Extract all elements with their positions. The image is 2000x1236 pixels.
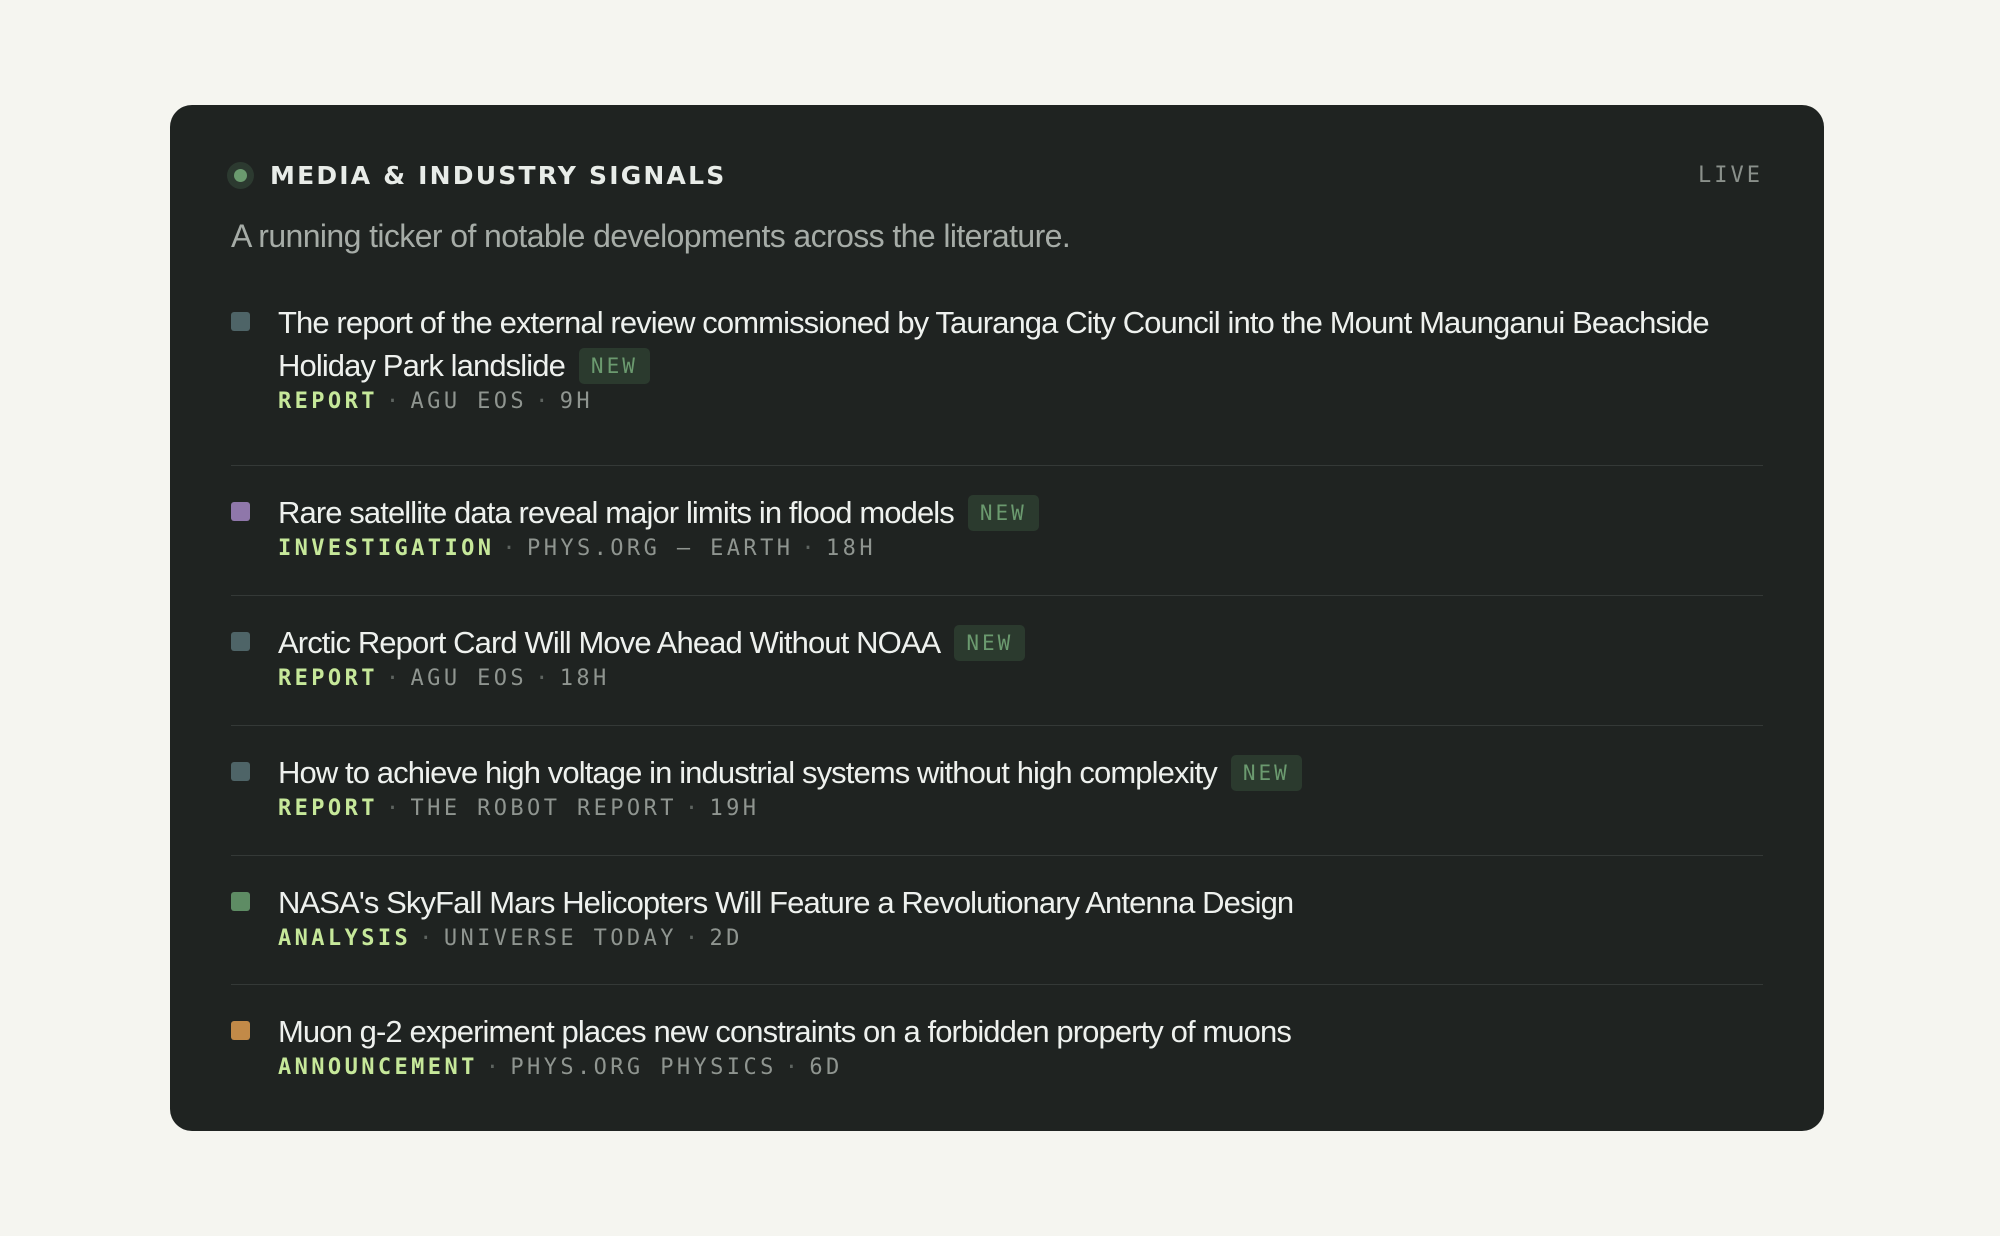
signal-age: 18H bbox=[559, 666, 610, 691]
signal-type: REPORT bbox=[278, 666, 378, 691]
headline-text[interactable]: How to achieve high voltage in industria… bbox=[278, 755, 1218, 790]
category-marker-icon bbox=[231, 1021, 250, 1040]
signal-age: 6D bbox=[809, 1055, 843, 1080]
signal-meta: REPORT · AGU EOS · 18H bbox=[278, 666, 610, 691]
signal-item[interactable]: Arctic Report Card Will Move Ahead Witho… bbox=[231, 596, 1763, 726]
signal-source: THE ROBOT REPORT bbox=[410, 796, 677, 821]
signal-age: 9H bbox=[559, 389, 594, 414]
new-badge: NEW bbox=[578, 348, 650, 384]
signal-item[interactable]: Muon g-2 experiment places new constrain… bbox=[231, 985, 1763, 1105]
signal-list: The report of the external review commis… bbox=[231, 295, 1763, 1105]
signal-headline[interactable]: How to achieve high voltage in industria… bbox=[278, 751, 1763, 794]
signal-item[interactable]: Rare satellite data reveal major limits … bbox=[231, 466, 1763, 596]
headline-text[interactable]: NASA's SkyFall Mars Helicopters Will Fea… bbox=[278, 885, 1294, 920]
new-badge: NEW bbox=[954, 625, 1026, 661]
signal-source: AGU EOS bbox=[410, 666, 528, 691]
headline-text[interactable]: Arctic Report Card Will Move Ahead Witho… bbox=[278, 625, 941, 660]
signal-meta: ANNOUNCEMENT · PHYS.ORG PHYSICS · 6D bbox=[278, 1055, 843, 1080]
signal-headline[interactable]: The report of the external review commis… bbox=[278, 301, 1763, 387]
card-subtitle: A running ticker of notable developments… bbox=[231, 218, 1071, 254]
signal-type: ANALYSIS bbox=[278, 926, 412, 951]
category-marker-icon bbox=[231, 762, 250, 781]
signal-age: 19H bbox=[709, 796, 760, 821]
signal-age: 18H bbox=[826, 536, 876, 561]
signal-headline[interactable]: NASA's SkyFall Mars Helicopters Will Fea… bbox=[278, 881, 1763, 924]
headline-text[interactable]: The report of the external review commis… bbox=[278, 305, 1710, 383]
headline-text[interactable]: Muon g-2 experiment places new constrain… bbox=[278, 1014, 1292, 1049]
header-left: MEDIA & INDUSTRY SIGNALS bbox=[227, 160, 727, 190]
signal-source: PHYS.ORG PHYSICS bbox=[510, 1055, 777, 1080]
signal-source: PHYS.ORG — EARTH bbox=[527, 536, 794, 561]
signal-headline[interactable]: Muon g-2 experiment places new constrain… bbox=[278, 1010, 1763, 1053]
category-marker-icon bbox=[231, 312, 250, 331]
category-marker-icon bbox=[231, 502, 250, 521]
signal-meta: INVESTIGATION · PHYS.ORG — EARTH · 18H bbox=[278, 536, 876, 561]
live-status: LIVE bbox=[1698, 162, 1763, 188]
signal-age: 2D bbox=[709, 926, 743, 951]
signal-headline[interactable]: Arctic Report Card Will Move Ahead Witho… bbox=[278, 621, 1763, 664]
signals-card: MEDIA & INDUSTRY SIGNALS LIVE A running … bbox=[170, 105, 1824, 1131]
card-title: MEDIA & INDUSTRY SIGNALS bbox=[270, 160, 727, 190]
category-marker-icon bbox=[231, 892, 250, 911]
new-badge: NEW bbox=[967, 495, 1039, 531]
signal-item[interactable]: The report of the external review commis… bbox=[231, 295, 1763, 466]
card-header: MEDIA & INDUSTRY SIGNALS LIVE bbox=[227, 157, 1763, 193]
signal-meta: REPORT · THE ROBOT REPORT · 19H bbox=[278, 796, 760, 821]
signal-type: INVESTIGATION bbox=[278, 536, 495, 561]
signal-type: ANNOUNCEMENT bbox=[278, 1055, 478, 1080]
new-badge: NEW bbox=[1230, 755, 1302, 791]
category-marker-icon bbox=[231, 632, 250, 651]
live-indicator-icon bbox=[227, 161, 254, 189]
signal-meta: ANALYSIS · UNIVERSE TODAY · 2D bbox=[278, 926, 743, 951]
signal-type: REPORT bbox=[278, 796, 378, 821]
signal-source: UNIVERSE TODAY bbox=[443, 926, 677, 951]
headline-text[interactable]: Rare satellite data reveal major limits … bbox=[278, 495, 955, 530]
signal-type: REPORT bbox=[278, 389, 378, 414]
signal-source: AGU EOS bbox=[410, 389, 528, 414]
signal-item[interactable]: NASA's SkyFall Mars Helicopters Will Fea… bbox=[231, 856, 1763, 985]
signal-item[interactable]: How to achieve high voltage in industria… bbox=[231, 726, 1763, 856]
signal-meta: REPORT · AGU EOS · 9H bbox=[278, 389, 594, 414]
signal-headline[interactable]: Rare satellite data reveal major limits … bbox=[278, 491, 1763, 534]
